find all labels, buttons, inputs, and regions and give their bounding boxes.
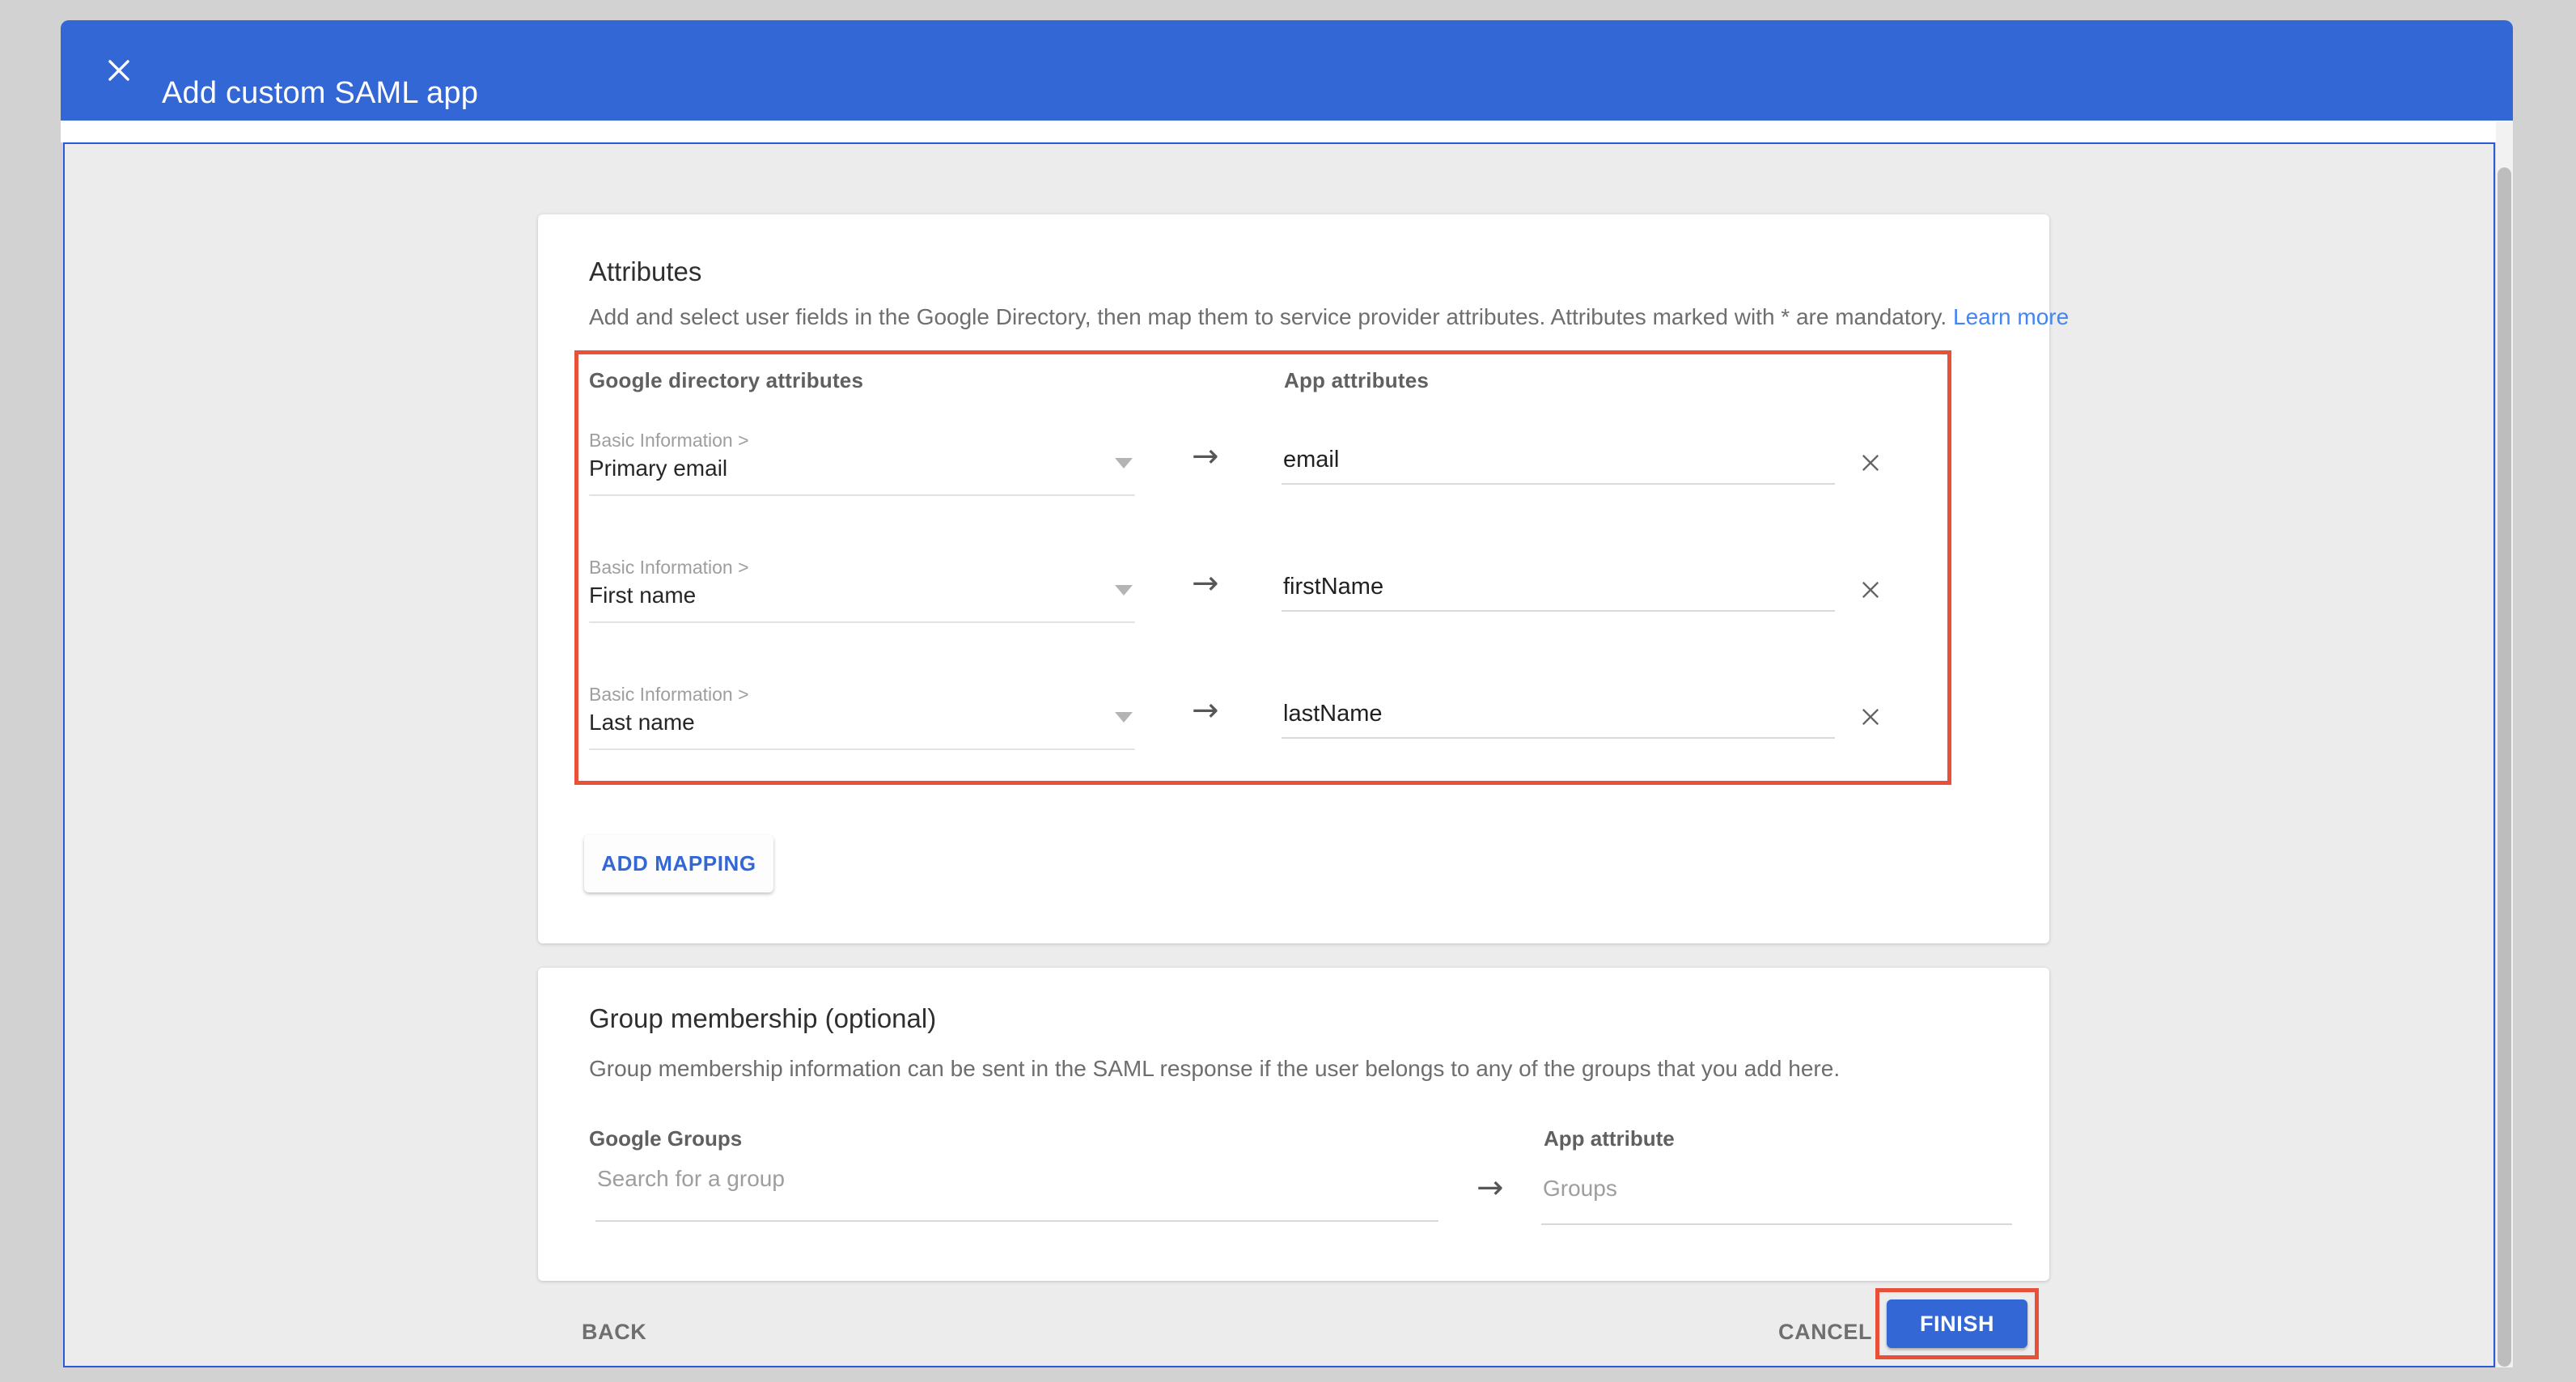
back-button[interactable]: BACK [582, 1320, 646, 1345]
annotation-box-finish: FINISH [1875, 1288, 2039, 1359]
wizard-body: Attributes Add and select user fields in… [63, 142, 2495, 1367]
directory-attribute-value: First name [589, 582, 696, 609]
select-underline [589, 748, 1135, 750]
directory-attribute-category: Basic Information > [589, 683, 749, 706]
close-icon [1857, 449, 1884, 477]
close-icon [1857, 703, 1884, 731]
dialog-header: Add custom SAML app [61, 20, 2513, 121]
close-icon [104, 55, 134, 86]
app-attribute-input[interactable] [1282, 699, 1835, 739]
directory-attributes-column-header: Google directory attributes [589, 368, 863, 393]
screen: Add custom SAML app Attributes Add and s… [0, 0, 2576, 1382]
close-icon [1857, 576, 1884, 604]
learn-more-link[interactable]: Learn more [1953, 304, 2069, 329]
google-groups-label: Google Groups [589, 1126, 742, 1151]
directory-attribute-select[interactable]: Basic Information > First name [589, 553, 1146, 630]
mapping-row: Basic Information > Primary email → [578, 426, 1947, 553]
attributes-card: Attributes Add and select user fields in… [538, 214, 2049, 943]
group-card-title: Group membership (optional) [589, 1003, 936, 1034]
header-gap [61, 121, 2513, 142]
arrow-right-icon: → [1192, 693, 1219, 728]
app-attributes-column-header: App attributes [1284, 368, 1429, 393]
group-membership-card: Group membership (optional) Group member… [538, 968, 2049, 1281]
remove-mapping-button[interactable] [1854, 574, 1887, 606]
annotation-box-mappings: Google directory attributes App attribut… [574, 350, 1951, 785]
app-attribute-input[interactable] [1282, 445, 1835, 485]
remove-mapping-button[interactable] [1854, 701, 1887, 733]
directory-attribute-category: Basic Information > [589, 429, 749, 451]
select-underline [589, 621, 1135, 623]
arrow-right-icon: → [1477, 1170, 1504, 1206]
mapping-row: Basic Information > Last name → [578, 680, 1947, 807]
scrollbar-thumb[interactable] [2498, 167, 2511, 1367]
chevron-down-icon [1115, 585, 1133, 596]
chevron-down-icon [1115, 712, 1133, 723]
directory-attribute-value: Primary email [589, 455, 727, 482]
dialog-title: Add custom SAML app [162, 75, 478, 111]
arrow-right-icon: → [1192, 566, 1219, 601]
group-search-input[interactable] [595, 1165, 1438, 1222]
chevron-down-icon [1115, 458, 1133, 468]
cancel-button[interactable]: CANCEL [1778, 1320, 1872, 1345]
directory-attribute-select[interactable]: Basic Information > Last name [589, 680, 1146, 757]
app-attribute-input[interactable] [1282, 572, 1835, 612]
attributes-card-description: Add and select user fields in the Google… [589, 303, 2069, 331]
close-button[interactable] [101, 53, 137, 88]
finish-button[interactable]: FINISH [1887, 1299, 2027, 1348]
attributes-card-title: Attributes [589, 256, 701, 287]
directory-attribute-select[interactable]: Basic Information > Primary email [589, 426, 1146, 502]
group-app-attribute-label: App attribute [1544, 1126, 1675, 1151]
remove-mapping-button[interactable] [1854, 447, 1887, 479]
directory-attribute-value: Last name [589, 709, 695, 736]
select-underline [589, 494, 1135, 496]
mapping-rows: Basic Information > Primary email → Basi… [578, 426, 1947, 807]
arrow-right-icon: → [1192, 439, 1219, 474]
scrollbar-track[interactable] [2496, 121, 2513, 1367]
add-mapping-button[interactable]: ADD MAPPING [584, 835, 773, 892]
mapping-row: Basic Information > First name → [578, 553, 1947, 680]
group-app-attribute-input[interactable] [1541, 1175, 2012, 1225]
directory-attribute-category: Basic Information > [589, 556, 749, 579]
group-card-description: Group membership information can be sent… [589, 1055, 1840, 1083]
